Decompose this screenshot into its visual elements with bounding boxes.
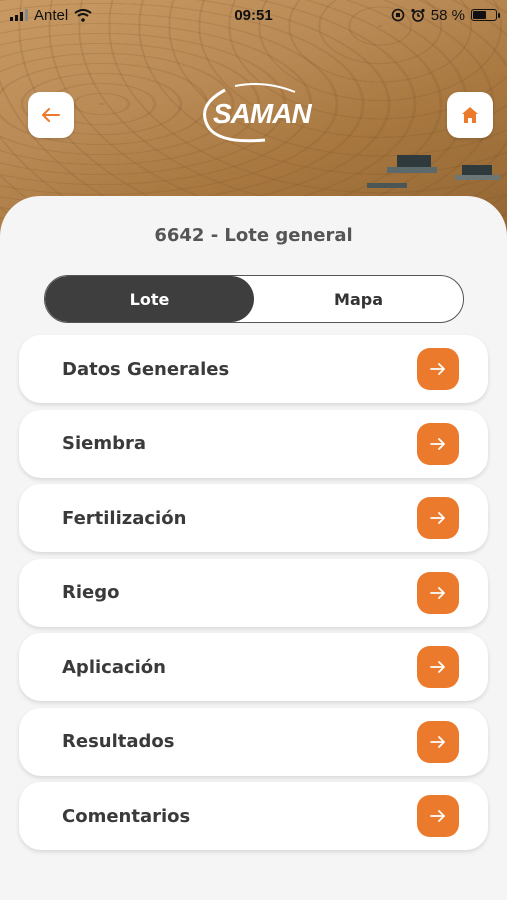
menu-item-resultados[interactable]: Resultados — [19, 707, 488, 776]
arrow-right-button[interactable] — [417, 646, 459, 688]
menu-item-label: Comentarios — [62, 805, 191, 827]
arrow-left-icon — [42, 108, 60, 122]
tab-lote[interactable]: Lote — [45, 276, 254, 322]
tab-mapa[interactable]: Mapa — [254, 276, 463, 322]
back-button[interactable] — [28, 92, 74, 138]
menu-item-label: Fertilización — [62, 507, 187, 529]
menu-item-riego[interactable]: Riego — [19, 558, 488, 627]
menu-item-label: Siembra — [62, 433, 147, 454]
lot-title: 6642 - Lote general — [154, 225, 353, 246]
menu-item-siembra[interactable]: Siembra — [19, 409, 488, 478]
status-time: 09:51 — [234, 6, 273, 24]
content-sheet: 6642 - Lote general Lote Mapa Datos Gene… — [0, 196, 507, 900]
arrow-right-button[interactable] — [417, 348, 459, 390]
arrow-right-button[interactable] — [417, 422, 459, 465]
arrow-right-icon — [430, 661, 445, 673]
arrow-right-button[interactable] — [417, 497, 459, 539]
wifi-icon — [74, 8, 92, 22]
arrow-right-icon — [430, 586, 445, 599]
alarm-icon — [411, 8, 425, 22]
arrow-right-icon — [430, 735, 445, 748]
arrow-right-icon — [430, 363, 445, 375]
menu-item-label: Datos Generales — [62, 358, 230, 380]
signal-icon — [10, 9, 28, 21]
menu-item-label: Aplicación — [62, 656, 166, 678]
menu-item-comentarios[interactable]: Comentarios — [19, 782, 488, 850]
home-button[interactable] — [447, 92, 493, 138]
logo-text: SAMAN — [213, 98, 312, 129]
arrow-right-icon — [430, 512, 445, 524]
arrow-right-button[interactable] — [417, 795, 459, 837]
battery-level — [473, 11, 486, 19]
view-toggle: Lote Mapa — [44, 275, 464, 323]
arrow-right-button[interactable] — [417, 571, 459, 614]
arrow-right-button[interactable] — [417, 720, 459, 763]
status-bar: Antel 09:51 58 % — [0, 0, 507, 30]
arrow-right-icon — [430, 437, 445, 450]
menu-item-label: Riego — [62, 582, 120, 603]
home-icon — [462, 107, 478, 123]
menu-item-datos-generales[interactable]: Datos Generales — [19, 335, 488, 403]
battery-icon — [471, 9, 500, 21]
menu-item-fertilizacion[interactable]: Fertilización — [19, 484, 488, 552]
carrier-name: Antel — [34, 6, 69, 24]
battery-percent: 58 % — [430, 6, 465, 24]
lot-menu: Datos Generales Siembra Fertilización Ri… — [19, 335, 488, 857]
menu-item-aplicacion[interactable]: Aplicación — [19, 633, 488, 701]
orientation-lock-icon — [391, 8, 405, 22]
menu-item-label: Resultados — [62, 731, 175, 752]
saman-logo: SAMAN — [195, 78, 317, 148]
arrow-right-icon — [430, 810, 445, 822]
